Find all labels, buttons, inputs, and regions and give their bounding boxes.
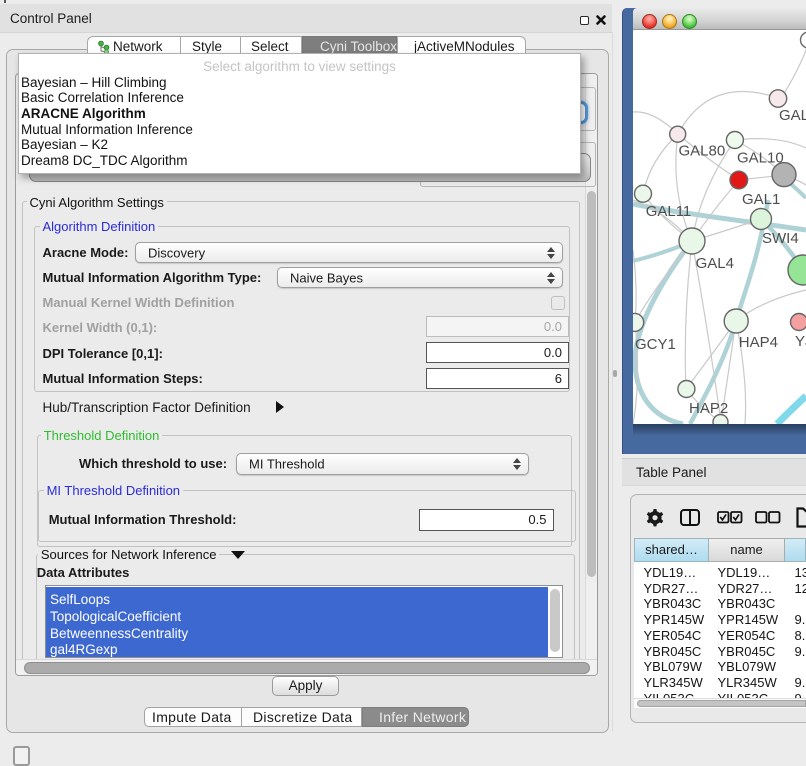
svg-text:GAL10: GAL10 bbox=[737, 150, 784, 167]
svg-text:YJ: YJ bbox=[795, 333, 806, 350]
svg-text:GAL1: GAL1 bbox=[742, 191, 780, 208]
svg-text:GAL4: GAL4 bbox=[696, 255, 734, 272]
svg-text:GAL80: GAL80 bbox=[679, 143, 726, 160]
svg-text:SWI4: SWI4 bbox=[762, 230, 799, 247]
svg-text:HAP4: HAP4 bbox=[739, 334, 778, 351]
svg-text:GAL11: GAL11 bbox=[646, 203, 692, 220]
svg-text:GCY1: GCY1 bbox=[635, 336, 676, 353]
svg-text:HAP2: HAP2 bbox=[689, 400, 728, 417]
svg-text:GAL7: GAL7 bbox=[779, 107, 806, 124]
